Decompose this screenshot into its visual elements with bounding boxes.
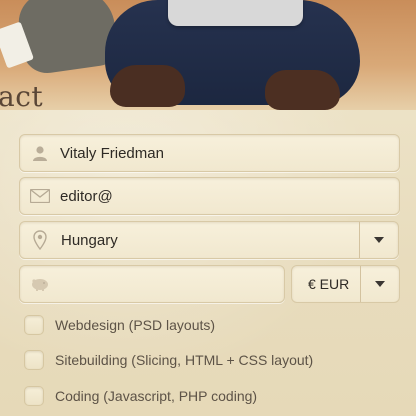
coding-label: Coding (Javascript, PHP coding) — [55, 388, 258, 404]
left-shoe-illustration — [110, 65, 185, 107]
envelope-icon — [20, 178, 60, 214]
currency-dropdown-button[interactable] — [360, 266, 399, 302]
service-option-coding[interactable]: Coding (Javascript, PHP coding) — [24, 385, 257, 407]
name-field[interactable]: Vitaly Friedman — [19, 134, 400, 172]
header-illustration — [0, 0, 416, 120]
service-option-webdesign[interactable]: Webdesign (PSD layouts) — [24, 314, 215, 336]
chevron-down-icon — [375, 281, 385, 287]
currency-select[interactable]: € EUR — [291, 265, 400, 303]
map-pin-icon — [20, 222, 60, 258]
laptop-illustration — [168, 0, 303, 26]
piggy-bank-icon — [20, 266, 60, 302]
name-value: Vitaly Friedman — [60, 144, 164, 162]
chevron-down-icon — [374, 237, 384, 243]
right-shoe-illustration — [265, 70, 340, 110]
webdesign-checkbox[interactable] — [24, 315, 44, 335]
sitebuilding-checkbox[interactable] — [24, 350, 44, 370]
service-option-sitebuilding[interactable]: Sitebuilding (Slicing, HTML + CSS layout… — [24, 349, 313, 371]
budget-input[interactable] — [19, 265, 285, 303]
coding-checkbox[interactable] — [24, 386, 44, 406]
currency-value: € EUR — [308, 276, 350, 292]
email-value: editor@ — [60, 187, 113, 205]
webdesign-label: Webdesign (PSD layouts) — [55, 317, 216, 333]
page-title: act — [0, 80, 44, 113]
country-dropdown-button[interactable] — [359, 222, 398, 258]
email-field[interactable]: editor@ — [19, 177, 400, 215]
user-icon — [20, 135, 60, 171]
sitebuilding-label: Sitebuilding (Slicing, HTML + CSS layout… — [55, 352, 314, 368]
country-select[interactable]: Hungary — [19, 221, 399, 259]
country-value: Hungary — [61, 231, 118, 249]
